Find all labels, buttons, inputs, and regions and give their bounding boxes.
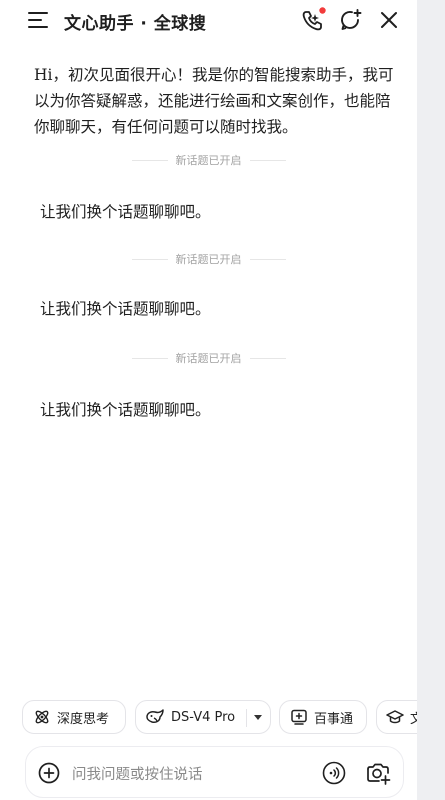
model-selector[interactable]: DS-V4 Pro — [135, 700, 271, 734]
chat-input-bar: 问我问题或按住说话 — [25, 746, 404, 798]
new-chat-icon[interactable] — [339, 8, 363, 32]
assistant-message: 让我们换个话题聊聊吧。 — [40, 203, 211, 221]
more-tool-button[interactable]: 文 — [376, 700, 417, 734]
caret-down-icon[interactable] — [254, 715, 262, 721]
deep-think-label: 深度思考 — [57, 711, 110, 727]
greeting-message: Hi，初次见面很开心！我是你的智能搜索助手，我可以为你答疑解惑，还能进行绘画和文… — [34, 66, 394, 136]
more-tool-label: 文 — [410, 711, 417, 727]
page-title: 文心助手 · 全球搜 — [64, 14, 207, 34]
close-icon[interactable] — [378, 9, 400, 31]
new-topic-divider: 新话题已开启 — [0, 152, 417, 168]
screen-plus-icon — [291, 709, 307, 725]
chip-separator — [246, 709, 247, 727]
menu-icon[interactable] — [27, 9, 49, 31]
background-strip — [417, 0, 445, 800]
chat-input[interactable]: 问我问题或按住说话 — [72, 763, 203, 784]
voice-wave-icon[interactable] — [322, 761, 346, 785]
header: 文心助手 · 全球搜 — [0, 0, 417, 42]
atom-icon — [35, 710, 49, 724]
divider-label: 新话题已开启 — [175, 154, 242, 167]
baishitong-label: 百事通 — [314, 711, 354, 727]
model-label: DS-V4 Pro — [171, 709, 236, 725]
plus-circle-icon[interactable] — [38, 762, 60, 784]
notification-dot — [319, 7, 326, 14]
quick-chips-row: 深度思考 DS-V4 Pro 百事通 文 — [0, 700, 417, 736]
divider-label: 新话题已开启 — [175, 352, 242, 365]
assistant-panel: 文心助手 · 全球搜 Hi，初次见面很开心！我是你的智能搜索助手，我可以为你答疑… — [0, 0, 417, 800]
graduation-cap-icon — [386, 710, 404, 724]
divider-label: 新话题已开启 — [175, 253, 242, 266]
assistant-message: 让我们换个话题聊聊吧。 — [40, 300, 211, 318]
camera-plus-icon[interactable] — [365, 760, 391, 786]
baishitong-button[interactable]: 百事通 — [279, 700, 367, 734]
assistant-message: 让我们换个话题聊聊吧。 — [40, 401, 211, 419]
deep-think-button[interactable]: 深度思考 — [22, 700, 126, 734]
phone-call-icon[interactable] — [299, 6, 327, 34]
new-topic-divider: 新话题已开启 — [0, 350, 417, 366]
whale-icon — [146, 709, 164, 723]
new-topic-divider: 新话题已开启 — [0, 251, 417, 267]
